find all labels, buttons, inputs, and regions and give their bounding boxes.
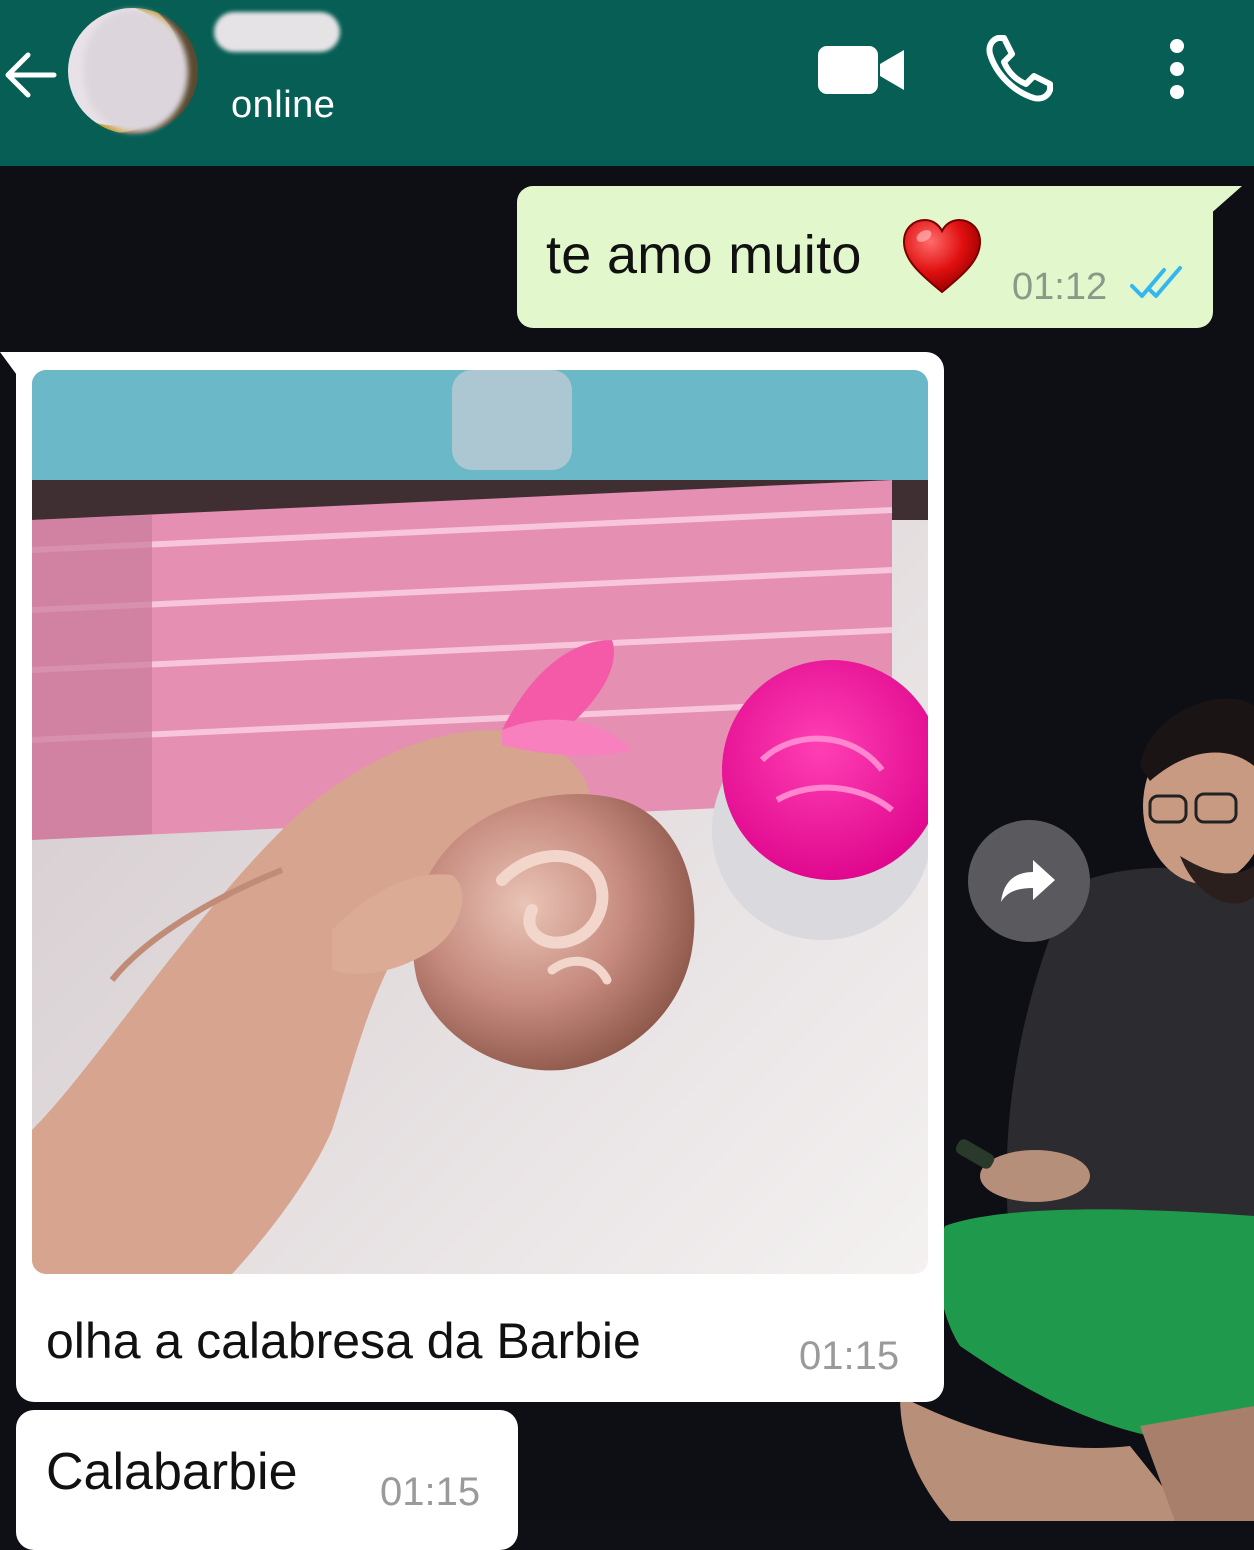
red-heart-emoji-icon <box>902 218 982 294</box>
message-timestamp: 01:15 <box>380 1470 481 1514</box>
more-vertical-icon[interactable] <box>1160 36 1194 106</box>
photo-barbie-calabresa <box>32 370 928 1274</box>
contact-status: online <box>231 84 336 126</box>
message-photo[interactable] <box>32 370 928 1274</box>
contact-name-censored[interactable] <box>214 12 340 52</box>
arrow-left-icon[interactable] <box>0 40 60 110</box>
outgoing-message-text: te amo muito <box>546 225 862 285</box>
forward-arrow-icon <box>1001 860 1055 902</box>
video-camera-icon[interactable] <box>818 44 906 96</box>
incoming-message-text: Calabarbie <box>46 1443 298 1501</box>
message-timestamp: 01:15 <box>799 1334 900 1378</box>
phone-icon[interactable] <box>984 34 1054 104</box>
bubble-tail <box>0 352 22 382</box>
message-timestamp: 01:12 <box>1012 266 1108 308</box>
forward-button[interactable] <box>968 820 1090 942</box>
avatar-censor-blur <box>84 10 188 132</box>
double-check-read-icon <box>1130 266 1182 298</box>
chat-header: online <box>0 0 1254 166</box>
image-caption-text: olha a calabresa da Barbie <box>46 1313 641 1369</box>
bubble-tail <box>1208 186 1242 216</box>
